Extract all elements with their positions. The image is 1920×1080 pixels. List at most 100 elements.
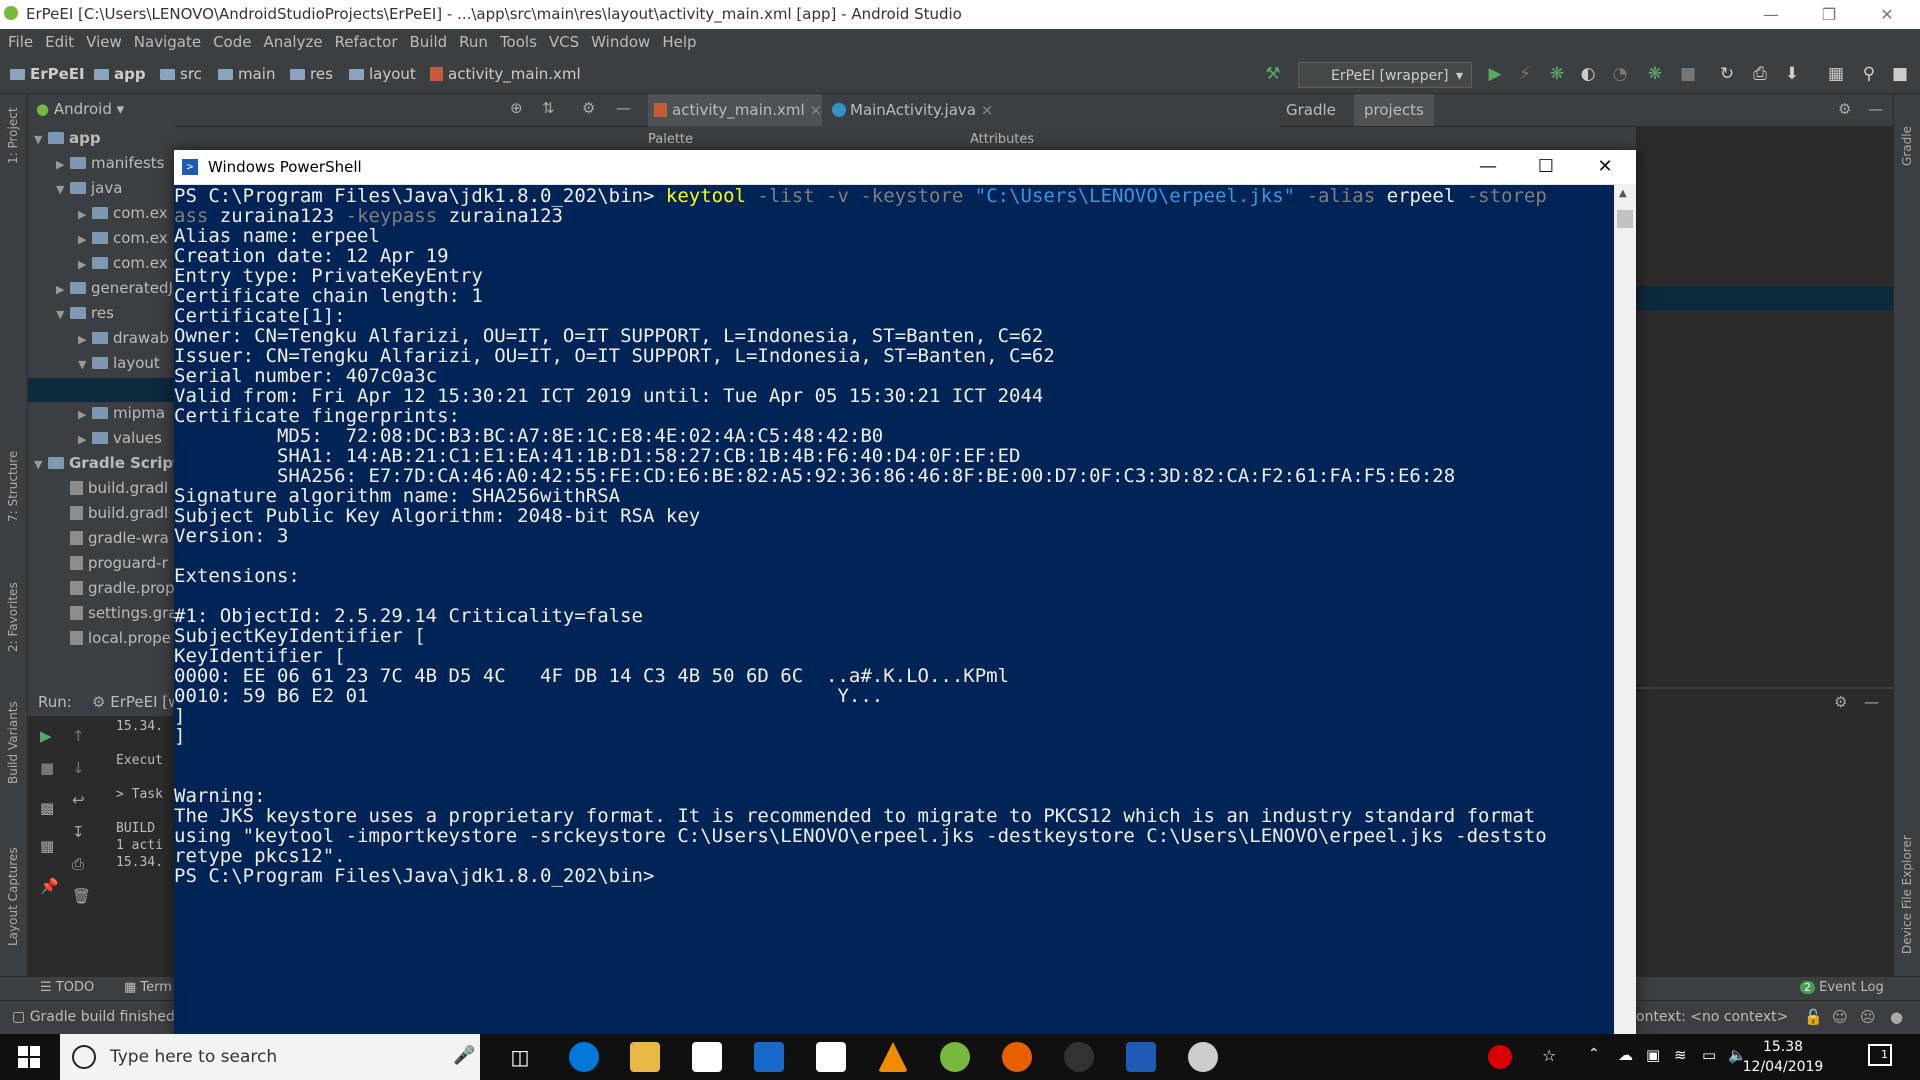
apply-changes-icon[interactable]: ⚡: [1515, 64, 1535, 84]
ps-maximize-button[interactable]: ☐: [1517, 150, 1575, 184]
task-view-icon[interactable]: ◫: [505, 1042, 535, 1072]
scroll-up-icon[interactable]: ▲: [1619, 188, 1627, 199]
menu-analyze[interactable]: Analyze: [257, 29, 328, 56]
projects-tab[interactable]: projects: [1354, 94, 1434, 126]
tree-item[interactable]: build.gradl: [28, 476, 168, 500]
print-icon[interactable]: ⎙: [72, 855, 84, 873]
target-icon[interactable]: ⊕: [510, 99, 523, 117]
tree-item[interactable]: ▶ com.ex: [28, 226, 168, 250]
run-configuration-select[interactable]: ErPeEI [wrapper] ▾: [1298, 62, 1472, 88]
close-icon[interactable]: ×: [981, 101, 994, 119]
powershell-console[interactable]: PS C:\Program Files\Java\jdk1.8.0_202\bi…: [174, 186, 1614, 1034]
gear-icon[interactable]: ⚙: [1834, 693, 1847, 711]
tool-window-build-variants[interactable]: Build Variants: [6, 701, 20, 784]
tool-window-project[interactable]: 1: Project: [6, 107, 20, 164]
chevron-down-icon[interactable]: ▼: [56, 303, 70, 327]
project-structure-icon[interactable]: ▦: [1826, 64, 1846, 84]
profile-icon[interactable]: ◔: [1610, 64, 1630, 84]
avd-manager-icon[interactable]: ⎙: [1750, 64, 1770, 84]
down-icon[interactable]: ↓: [72, 759, 85, 777]
coverage-icon[interactable]: ◐: [1578, 64, 1598, 84]
breadcrumb-app[interactable]: app: [94, 65, 146, 83]
chevron-down-icon[interactable]: ▼: [34, 128, 48, 152]
tree-item[interactable]: ▼ layout: [28, 351, 160, 375]
taskbar-clock[interactable]: 15.38 12/04/2019: [1738, 1037, 1828, 1077]
tree-item[interactable]: ▼ app: [28, 126, 101, 150]
chevron-right-icon[interactable]: ▶: [78, 428, 92, 452]
taskbar-search-box[interactable]: Type here to search 🎤: [60, 1034, 480, 1080]
tool-window-structure[interactable]: 7: Structure: [6, 451, 20, 522]
gear-icon[interactable]: ⚙: [1838, 100, 1851, 118]
menu-code[interactable]: Code: [207, 29, 257, 56]
cloud-icon[interactable]: ☁: [1618, 1046, 1633, 1064]
build-hammer-icon[interactable]: ⚒: [1263, 64, 1283, 84]
tree-item[interactable]: ▶ generatedJ: [28, 276, 173, 300]
breadcrumb-layout[interactable]: layout: [349, 65, 416, 83]
menu-tools[interactable]: Tools: [494, 29, 543, 56]
menu-file[interactable]: File: [0, 29, 39, 56]
menu-build[interactable]: Build: [404, 29, 454, 56]
debug-icon[interactable]: ❋: [1547, 64, 1567, 84]
smile-icon[interactable]: ☺: [1832, 1008, 1848, 1026]
chevron-down-icon[interactable]: ▼: [34, 453, 48, 477]
gradle-selected-row[interactable]: [1636, 286, 1893, 310]
menu-edit[interactable]: Edit: [39, 29, 80, 56]
terminal-tab[interactable]: ▦ Term: [124, 980, 172, 995]
ide-close-button[interactable]: ✕: [1864, 0, 1910, 29]
tool-window-gradle[interactable]: Gradle: [1900, 126, 1914, 166]
hide-icon[interactable]: —: [1868, 100, 1883, 118]
user-icon[interactable]: ■: [1890, 64, 1910, 84]
tool-window-layout-captures[interactable]: Layout Captures: [6, 847, 20, 946]
chevron-right-icon[interactable]: ▶: [78, 253, 92, 277]
powershell-taskbar-icon[interactable]: [1126, 1042, 1156, 1072]
sdk-manager-icon[interactable]: ⬇: [1782, 64, 1802, 84]
collapse-all-icon[interactable]: ⇅: [542, 99, 555, 117]
chevron-right-icon[interactable]: ▶: [78, 228, 92, 252]
breadcrumb-project[interactable]: ErPeEI: [10, 65, 85, 83]
tree-item[interactable]: settings.gra: [28, 601, 177, 625]
sync-gradle-icon[interactable]: ↻: [1717, 64, 1737, 84]
rerun-icon[interactable]: ▶: [40, 727, 52, 745]
tree-item[interactable]: ▼ Gradle Scripts: [28, 451, 189, 475]
powershell-window[interactable]: > Windows PowerShell — ☐ ✕ PS C:\Program…: [174, 150, 1636, 1034]
battery-icon[interactable]: ▭: [1702, 1046, 1716, 1064]
windows-start-icon[interactable]: [18, 1046, 40, 1068]
chevron-right-icon[interactable]: ▶: [78, 328, 92, 352]
wifi-icon[interactable]: ≋: [1674, 1046, 1687, 1064]
tree-item[interactable]: gradle-wra: [28, 526, 169, 550]
firefox-icon[interactable]: [1002, 1042, 1032, 1072]
gear-icon[interactable]: ⚙: [582, 99, 595, 117]
ps-close-button[interactable]: ✕: [1576, 150, 1634, 184]
action-center-icon[interactable]: 1: [1868, 1044, 1892, 1066]
gradle-tab[interactable]: Gradle: [1286, 101, 1336, 119]
tray-app-icon[interactable]: ▣: [1646, 1046, 1660, 1064]
tree-item[interactable]: ▶ com.ex: [28, 201, 168, 225]
tree-item[interactable]: ▶ manifests: [28, 151, 165, 175]
mail-icon[interactable]: [816, 1042, 846, 1072]
vlc-icon[interactable]: [878, 1042, 908, 1072]
app-red-icon[interactable]: [754, 1042, 784, 1072]
ps-minimize-button[interactable]: —: [1459, 150, 1517, 184]
event-log-tab[interactable]: 2 Event Log: [1800, 980, 1884, 995]
powershell-scrollbar[interactable]: [1614, 184, 1636, 1034]
tool-window-device-file-explorer[interactable]: Device File Explorer: [1900, 835, 1914, 954]
tree-item[interactable]: ▼ res: [28, 301, 114, 325]
powershell-title-bar[interactable]: > Windows PowerShell — ☐ ✕: [174, 150, 1636, 185]
lock-icon[interactable]: 🔓: [1804, 1008, 1823, 1026]
project-view-selector[interactable]: ● Android ▾: [36, 100, 124, 118]
chevron-right-icon[interactable]: ▶: [56, 153, 70, 177]
close-icon[interactable]: ×: [809, 101, 822, 119]
menu-help[interactable]: Help: [656, 29, 702, 56]
search-everywhere-icon[interactable]: ⚲: [1859, 64, 1879, 84]
hector-icon[interactable]: ●: [1890, 1008, 1903, 1026]
trash-icon[interactable]: 🗑: [72, 887, 91, 905]
tree-item[interactable]: local.prope: [28, 626, 171, 650]
ide-minimize-button[interactable]: —: [1748, 0, 1794, 29]
chevron-right-icon[interactable]: ▶: [78, 403, 92, 427]
frown-icon[interactable]: ☹: [1860, 1008, 1876, 1026]
ide-restore-button[interactable]: ❐: [1806, 0, 1852, 29]
chevron-up-icon[interactable]: ⌃: [1588, 1046, 1600, 1062]
chevron-down-icon[interactable]: ▼: [78, 353, 92, 377]
menu-run[interactable]: Run: [453, 29, 494, 56]
hide-icon[interactable]: —: [1864, 693, 1879, 711]
